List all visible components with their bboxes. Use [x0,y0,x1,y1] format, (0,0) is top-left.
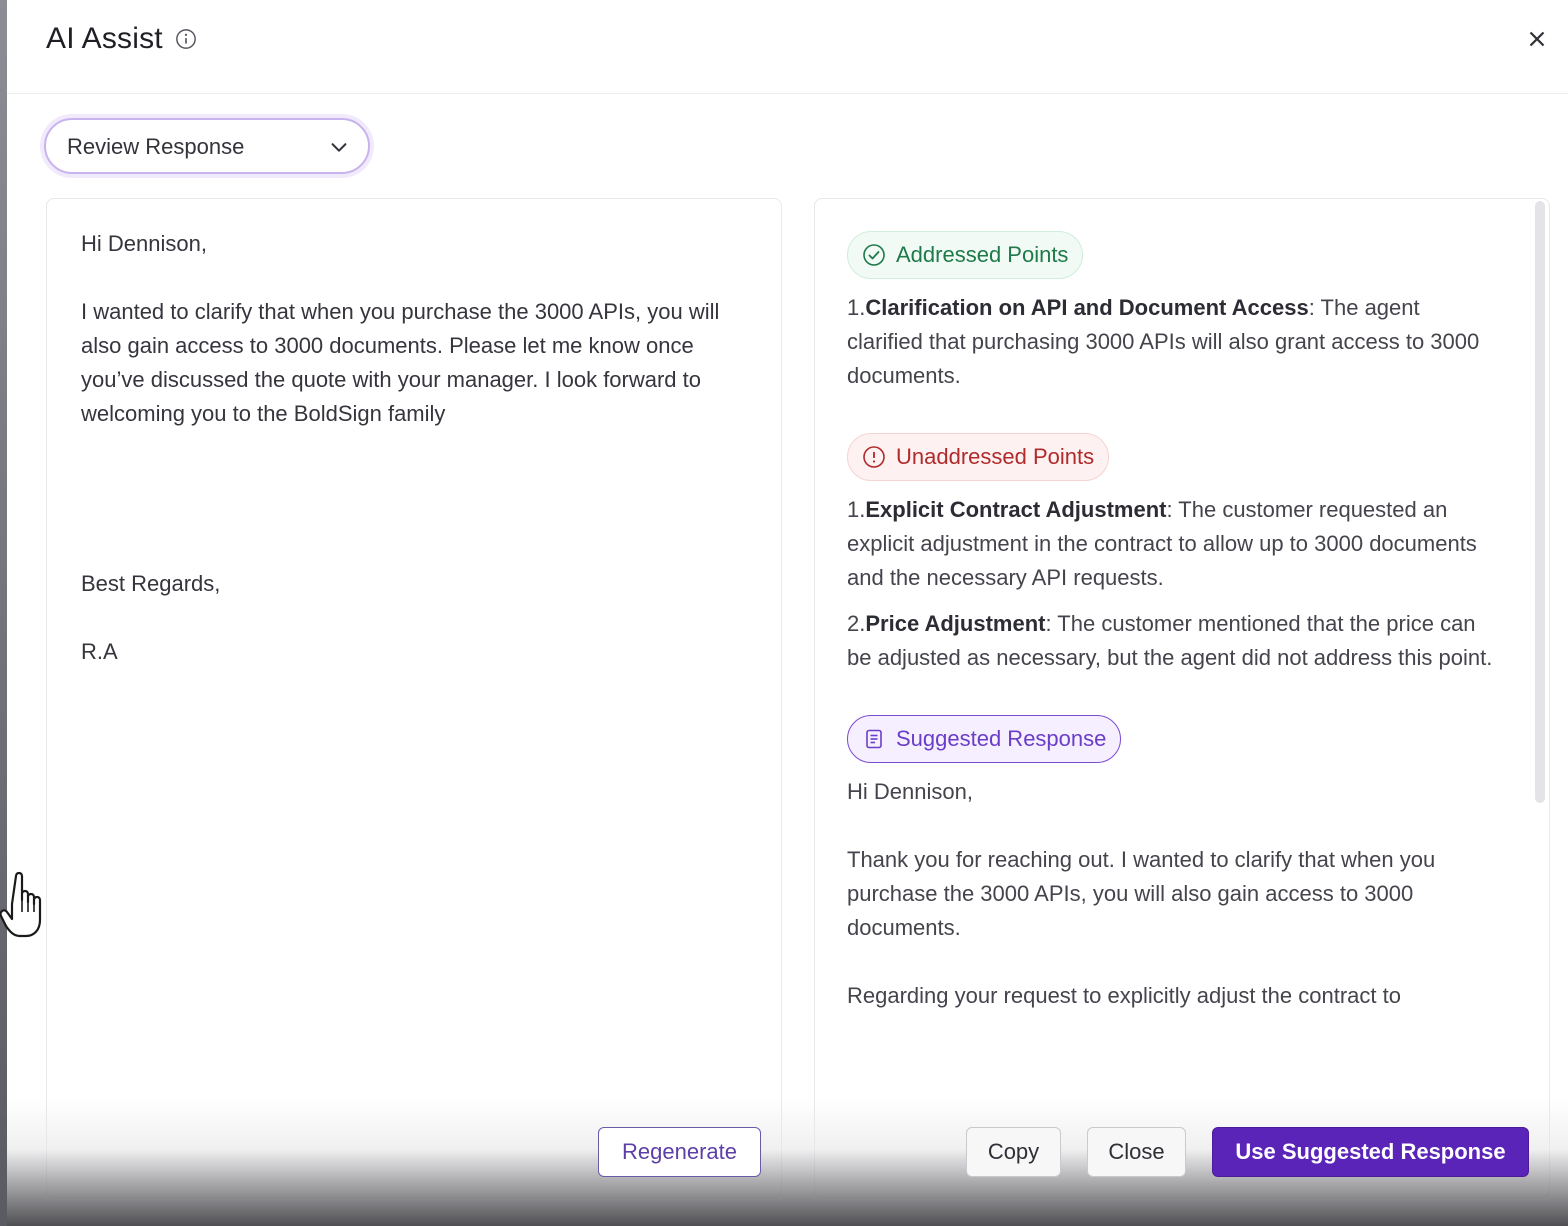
unaddressed-point-item: 2.Price Adjustment: The customer mention… [847,611,1493,670]
mode-dropdown[interactable]: Review Response [44,118,370,174]
dialog-title: AI Assist [46,22,163,55]
editor-signature: R.A [81,639,118,664]
close-button[interactable]: Close [1087,1127,1186,1177]
unaddressed-points-badge: Unaddressed Points [847,433,1110,481]
editor-body: I wanted to clarify that when you purcha… [81,299,720,426]
info-icon[interactable] [175,28,197,50]
response-editor-panel[interactable]: Hi Dennison, I wanted to clarify that wh… [46,198,782,1198]
copy-button[interactable]: Copy [966,1127,1061,1177]
unaddressed-point-item: 1.Explicit Contract Adjustment: The cust… [847,497,1477,590]
review-scrollbar[interactable] [1535,201,1545,803]
suggested-response-label: Suggested Response [896,726,1107,751]
alert-circle-icon [863,446,885,468]
editor-greeting: Hi Dennison, [81,231,207,256]
editor-closing: Best Regards, [81,571,221,596]
chevron-down-icon [331,143,347,152]
window-edge [0,0,7,1226]
document-icon [866,729,882,749]
regenerate-button[interactable]: Regenerate [598,1127,761,1177]
response-editor[interactable]: Hi Dennison, I wanted to clarify that wh… [81,227,751,669]
check-circle-icon [863,244,885,266]
addressed-point-item: 1.Clarification on API and Document Acce… [847,295,1480,388]
suggested-response-badge: Suggested Response [847,715,1122,763]
suggested-paragraph: Thank you for reaching out. I wanted to … [847,847,1436,940]
suggested-paragraph: Regarding your request to explicitly adj… [847,983,1401,1008]
addressed-points-label: Addressed Points [896,242,1069,267]
close-icon[interactable] [1524,26,1550,52]
unaddressed-points-label: Unaddressed Points [896,444,1095,469]
use-suggested-response-button[interactable]: Use Suggested Response [1212,1127,1529,1177]
addressed-points-badge: Addressed Points [847,231,1084,279]
review-content: Addressed Points 1.Clarification on API … [847,231,1501,1013]
mode-dropdown-value: Review Response [67,134,245,159]
suggested-greeting: Hi Dennison, [847,779,973,804]
review-panel: Addressed Points 1.Clarification on API … [814,198,1550,1198]
hand-pointer-icon [0,871,42,938]
dialog-header: AI Assist [7,0,1568,94]
